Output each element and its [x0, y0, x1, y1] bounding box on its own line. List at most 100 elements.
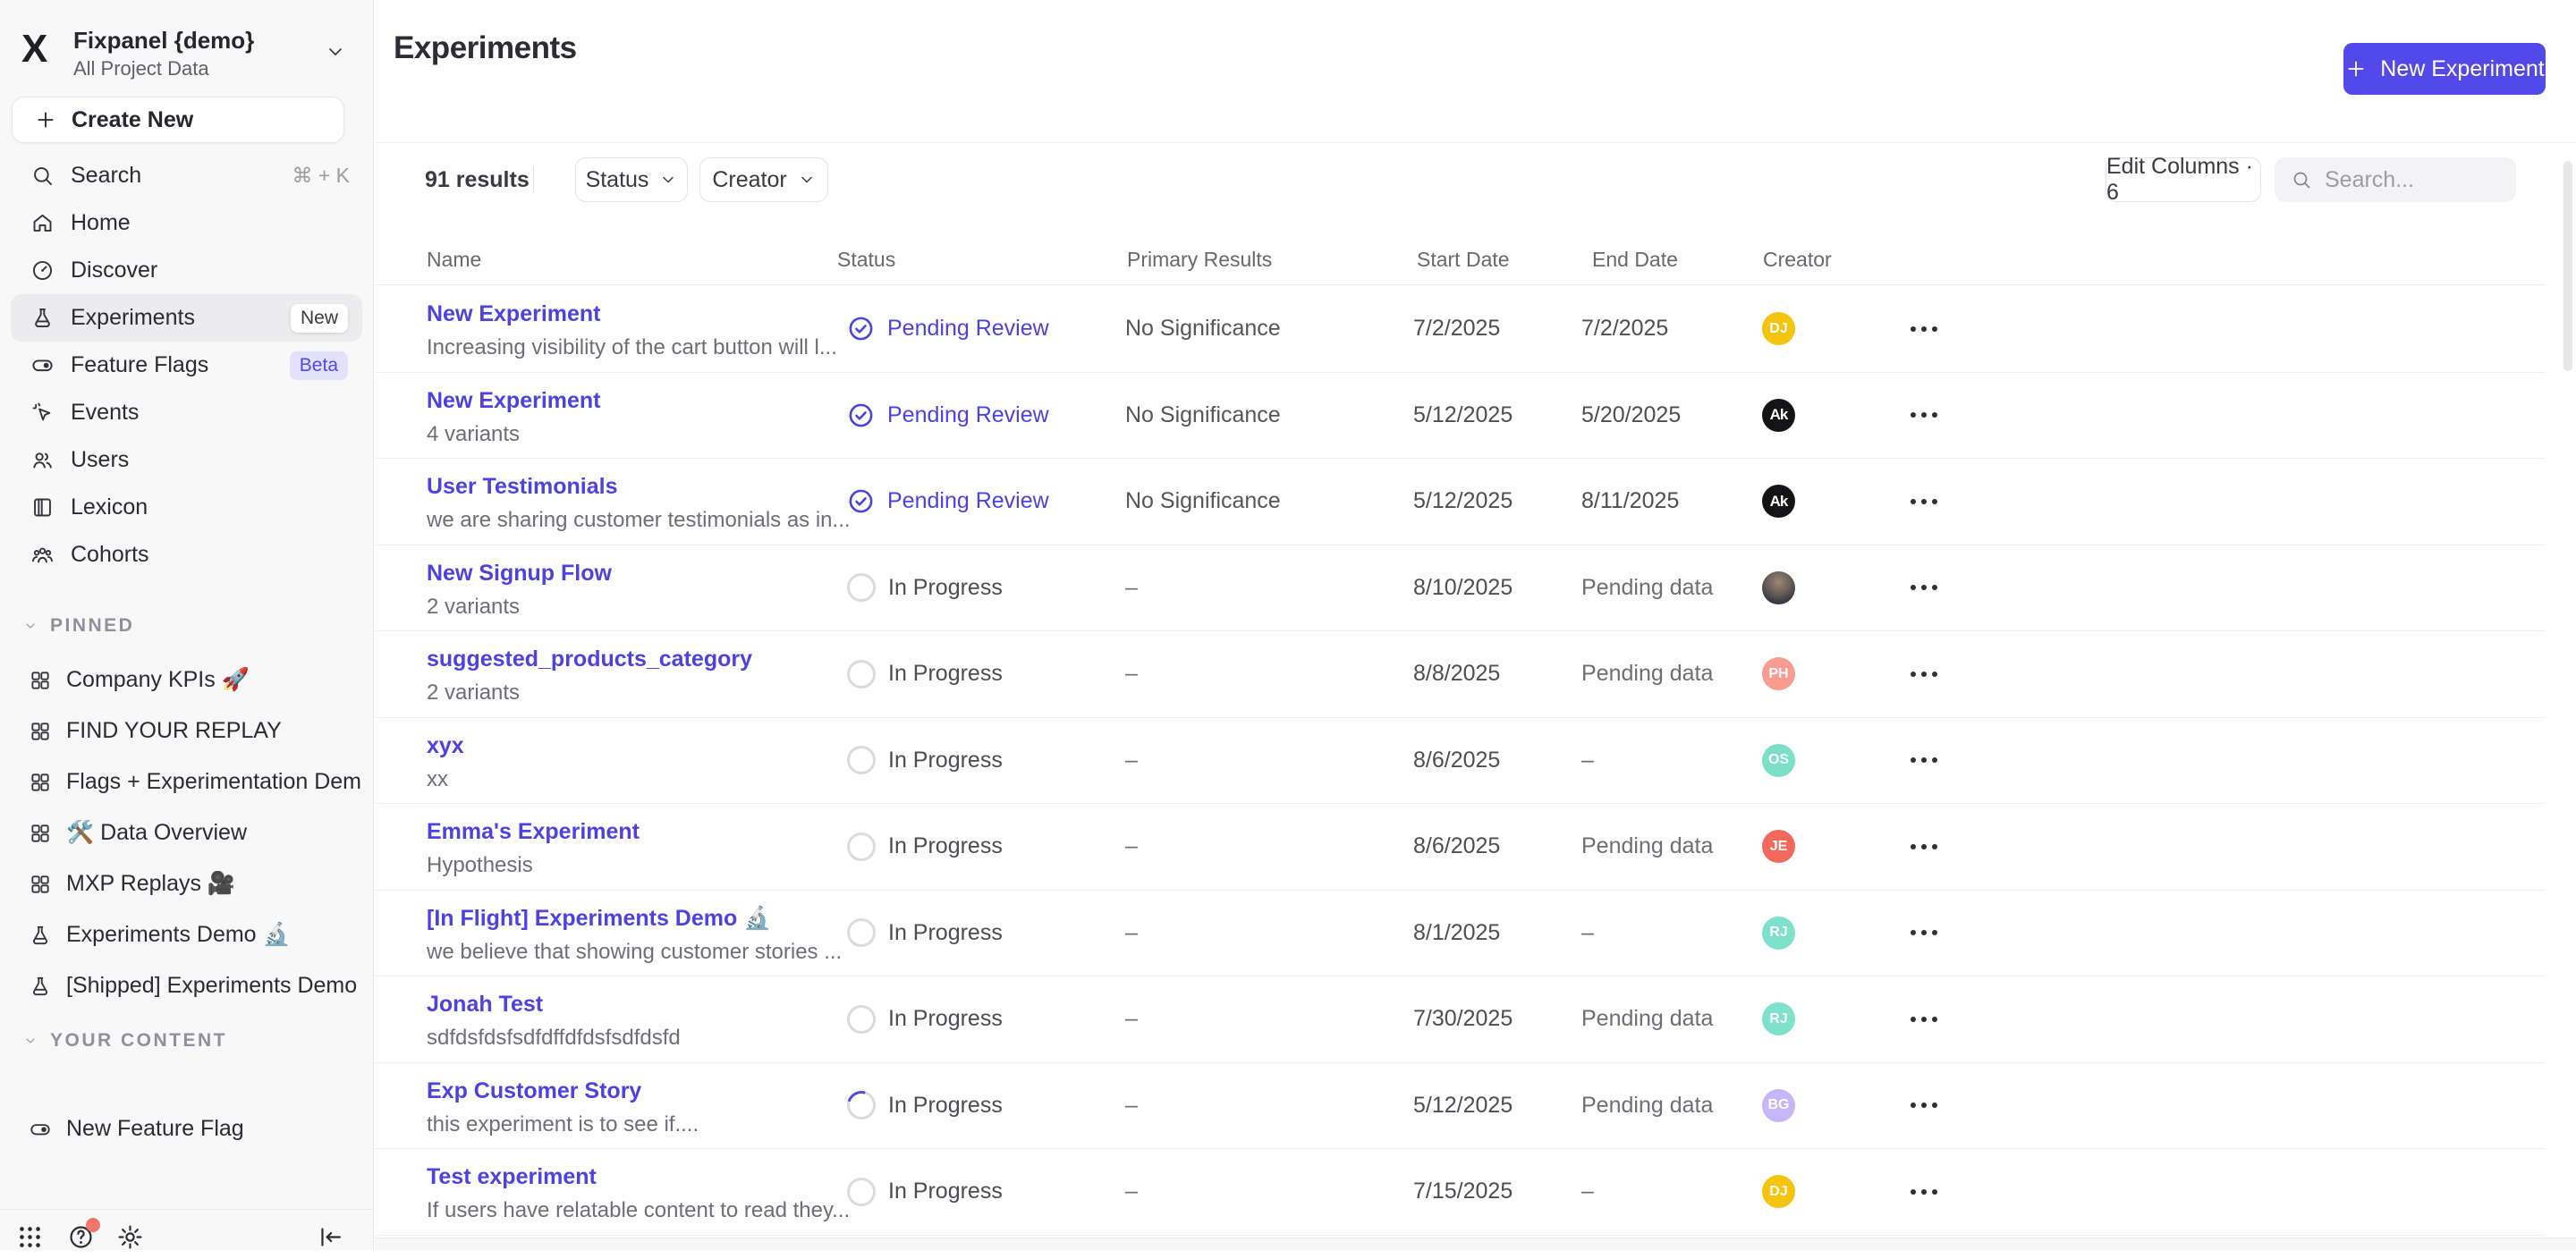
sidebar-item-company-kpis[interactable]: Company KPIs 🚀	[11, 655, 362, 706]
experiment-name-link[interactable]: xyx	[427, 733, 464, 759]
row-menu-button[interactable]	[1907, 663, 1941, 686]
sidebar-footer-divider	[0, 1209, 373, 1210]
avatar[interactable]: OS	[1762, 744, 1795, 777]
edit-columns-button[interactable]: Edit Columns · 6	[2106, 157, 2261, 202]
experiment-name-link[interactable]: Jonah Test	[427, 992, 543, 1018]
workspace-switcher[interactable]: X Fixpanel {demo} All Project Data	[21, 21, 355, 93]
help-button[interactable]	[67, 1223, 103, 1259]
sidebar-item-users[interactable]: Users	[11, 436, 362, 484]
row-menu-button[interactable]	[1907, 1008, 1941, 1031]
end-date-cell: –	[1581, 1149, 1594, 1235]
sidebar-item-discover[interactable]: Discover	[11, 247, 362, 294]
table-row[interactable]: Exp Customer Story this experiment is to…	[375, 1063, 2546, 1150]
experiment-name-link[interactable]: New Signup Flow	[427, 561, 612, 587]
row-menu-button[interactable]	[1907, 576, 1941, 599]
sidebar-item-experiments[interactable]: ExperimentsNew	[11, 294, 362, 342]
collapse-sidebar-icon[interactable]	[317, 1223, 344, 1251]
avatar[interactable]: JE	[1762, 830, 1795, 863]
column-header-primary-results[interactable]: Primary Results	[1127, 234, 1272, 285]
chevron-down-icon	[23, 619, 38, 633]
table-row[interactable]: Test experiment If users have relatable …	[375, 1149, 2546, 1236]
avatar[interactable]: Ak	[1762, 399, 1795, 432]
table-header: Name Status Primary Results Start Date End D…	[375, 234, 2546, 285]
experiment-name-link[interactable]: Emma's Experiment	[427, 819, 640, 845]
chevron-down-icon	[659, 171, 677, 189]
feature-flags-icon	[30, 353, 55, 377]
avatar[interactable]: DJ	[1762, 312, 1795, 345]
table-row[interactable]: Emma's Experiment Hypothesis In Progress…	[375, 804, 2546, 891]
row-menu-button[interactable]	[1907, 748, 1941, 772]
row-menu-button[interactable]	[1907, 490, 1941, 513]
new-experiment-button[interactable]: New Experiment	[2343, 43, 2546, 95]
experiment-name-link[interactable]: Test experiment	[427, 1164, 597, 1190]
creator-filter-button[interactable]: Creator	[699, 157, 828, 202]
create-new-button[interactable]: Create New	[12, 97, 344, 143]
avatar[interactable]: RJ	[1762, 1002, 1795, 1035]
row-menu-button[interactable]	[1907, 1180, 1941, 1204]
avatar[interactable]: BG	[1762, 1089, 1795, 1122]
sidebar-item-home[interactable]: Home	[11, 199, 362, 247]
experiment-name-link[interactable]: suggested_products_category	[427, 646, 752, 672]
start-date-cell: 8/10/2025	[1413, 545, 1513, 631]
sidebar-item-experiments-demo[interactable]: Experiments Demo 🔬	[11, 909, 362, 960]
sidebar-item-events[interactable]: Events	[11, 389, 362, 436]
start-date-cell: 8/6/2025	[1413, 804, 1500, 890]
table-row[interactable]: New Experiment Increasing visibility of …	[375, 286, 2546, 373]
row-menu-button[interactable]	[1907, 403, 1941, 427]
sidebar-item-new-feature-flag[interactable]: New Feature Flag	[11, 1103, 362, 1154]
avatar[interactable]: RJ	[1762, 917, 1795, 950]
sidebar-item-shipped-experiments-demo[interactable]: [Shipped] Experiments Demo 🖊️	[11, 960, 362, 1011]
row-menu-button[interactable]	[1907, 317, 1941, 341]
experiment-name-link[interactable]: [In Flight] Experiments Demo 🔬	[427, 906, 771, 932]
section-header-pinned[interactable]: PINNED	[11, 604, 362, 647]
avatar[interactable]: PH	[1762, 657, 1795, 690]
board-icon	[29, 669, 52, 692]
start-date-cell: 5/12/2025	[1413, 373, 1513, 459]
sidebar-item-search[interactable]: Search⌘ + K	[11, 152, 362, 199]
search-input[interactable]	[2325, 167, 2495, 193]
row-menu-button[interactable]	[1907, 921, 1941, 944]
row-menu-button[interactable]	[1907, 1094, 1941, 1117]
results-count: 91 results	[425, 157, 530, 202]
scrollbar-thumb[interactable]	[2563, 161, 2572, 371]
table-row[interactable]: suggested_products_category 2 variants I…	[375, 631, 2546, 718]
row-menu-button[interactable]	[1907, 835, 1941, 858]
sidebar-item-cohorts[interactable]: Cohorts	[11, 531, 362, 579]
table-row[interactable]: User Testimonials we are sharing custome…	[375, 459, 2546, 545]
column-header-start-date[interactable]: Start Date	[1417, 234, 1510, 285]
experiment-name-link[interactable]: New Experiment	[427, 301, 601, 327]
end-date-cell: 7/2/2025	[1581, 286, 1668, 372]
table-row[interactable]: New Experiment 4 variants Pending Review…	[375, 373, 2546, 460]
experiment-name-link[interactable]: Exp Customer Story	[427, 1078, 641, 1104]
column-header-creator[interactable]: Creator	[1763, 234, 1832, 285]
start-date-cell: 8/1/2025	[1413, 891, 1500, 976]
settings-gear-icon[interactable]	[116, 1223, 144, 1251]
table-row[interactable]: xyx xx In Progress – 8/6/2025 – OS	[375, 718, 2546, 805]
end-date-cell: Pending data	[1581, 1063, 1713, 1149]
primary-results-cell: No Significance	[1125, 459, 1281, 545]
avatar[interactable]: Ak	[1762, 485, 1795, 518]
header-divider	[375, 142, 2576, 143]
experiment-name-link[interactable]: New Experiment	[427, 388, 601, 414]
end-date-cell: Pending data	[1581, 631, 1713, 717]
sidebar-item-flags-experimentation-demo[interactable]: Flags + Experimentation Demo ,	[11, 756, 362, 807]
sidebar-item-data-overview[interactable]: 🛠️ Data Overview	[11, 807, 362, 858]
column-header-status[interactable]: Status	[837, 234, 895, 285]
table-row[interactable]: New Signup Flow 2 variants In Progress –…	[375, 545, 2546, 632]
in-progress-spinner-icon	[847, 1005, 876, 1034]
lexicon-icon	[30, 495, 55, 520]
avatar[interactable]: DJ	[1762, 1175, 1795, 1208]
status-filter-button[interactable]: Status	[575, 157, 688, 202]
apps-grid-icon[interactable]	[16, 1223, 44, 1251]
sidebar-item-mxp-replays[interactable]: MXP Replays 🎥	[11, 858, 362, 909]
table-row[interactable]: Jonah Test sdfdsfdsfsdfdffdfdsfsdfdsfd I…	[375, 976, 2546, 1063]
avatar[interactable]	[1762, 571, 1795, 604]
column-header-end-date[interactable]: End Date	[1592, 234, 1678, 285]
sidebar-item-find-your-replay[interactable]: FIND YOUR REPLAY	[11, 706, 362, 756]
table-row[interactable]: [In Flight] Experiments Demo 🔬 we believ…	[375, 891, 2546, 977]
column-header-name[interactable]: Name	[427, 234, 481, 285]
sidebar-item-feature-flags[interactable]: Feature FlagsBeta	[11, 342, 362, 389]
sidebar-item-lexicon[interactable]: Lexicon	[11, 484, 362, 531]
section-header-your-content[interactable]: YOUR CONTENT	[11, 1019, 362, 1062]
experiment-name-link[interactable]: User Testimonials	[427, 474, 618, 500]
